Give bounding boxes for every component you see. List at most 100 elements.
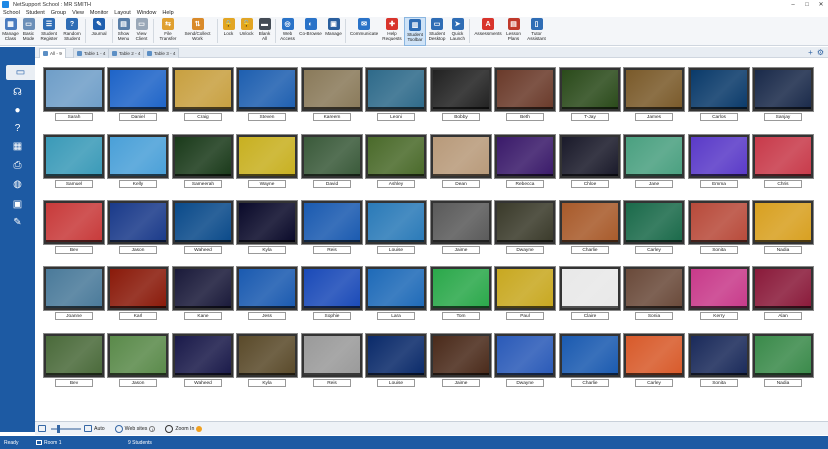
student-thumbnail[interactable]: Carley bbox=[623, 333, 685, 387]
student-thumbnail[interactable]: Chris bbox=[752, 134, 814, 188]
student-thumbnail[interactable]: Daniel bbox=[107, 67, 169, 121]
menu-item-window[interactable]: Window bbox=[134, 10, 160, 16]
student-thumbnail[interactable]: Jaime bbox=[430, 333, 492, 387]
student-screen-preview[interactable] bbox=[301, 200, 363, 245]
student-screen-preview[interactable] bbox=[107, 333, 169, 378]
basic-mode-button[interactable]: ▭ Basic Mode bbox=[20, 17, 37, 46]
globe-sidebar-button[interactable]: ◍ bbox=[9, 177, 26, 192]
student-thumbnail[interactable]: Reis bbox=[301, 333, 363, 387]
student-screen-preview[interactable] bbox=[688, 67, 750, 112]
lesson-plans-button[interactable]: ▤ Lesson Plans bbox=[504, 17, 523, 46]
student-thumbnail[interactable]: Claire bbox=[559, 266, 621, 320]
student-thumbnail[interactable]: Jane bbox=[623, 134, 685, 188]
settings-icon[interactable]: ⚙ bbox=[817, 48, 824, 57]
student-screen-preview[interactable] bbox=[172, 333, 234, 378]
student-thumbnail[interactable]: Charlie bbox=[559, 200, 621, 254]
student-screen-preview[interactable] bbox=[494, 67, 556, 112]
student-thumbnail[interactable]: Lara bbox=[365, 266, 427, 320]
slider-knob[interactable] bbox=[57, 424, 60, 433]
student-screen-preview[interactable] bbox=[43, 200, 105, 245]
auto-label[interactable]: Auto bbox=[94, 426, 105, 432]
student-thumbnail[interactable]: Nadia bbox=[752, 200, 814, 254]
manage-class-button[interactable]: ▦ Manage Class bbox=[1, 17, 20, 46]
student-thumbnail[interactable]: Sonita bbox=[688, 200, 750, 254]
menu-item-school[interactable]: School bbox=[0, 10, 23, 16]
student-thumbnail[interactable]: Louise bbox=[365, 200, 427, 254]
web-sites-control[interactable]: Web sites i bbox=[114, 424, 156, 433]
student-screen-preview[interactable] bbox=[494, 333, 556, 378]
maximize-button[interactable]: □ bbox=[800, 0, 814, 9]
student-screen-preview[interactable] bbox=[172, 266, 234, 311]
student-screen-preview[interactable] bbox=[172, 200, 234, 245]
student-screen-preview[interactable] bbox=[752, 266, 814, 311]
student-thumbnail[interactable]: Waheed bbox=[172, 333, 234, 387]
student-screen-preview[interactable] bbox=[236, 266, 298, 311]
student-screen-preview[interactable] bbox=[365, 266, 427, 311]
co-browse-button[interactable]: ◐ Co-Browse bbox=[297, 17, 324, 46]
student-screen-preview[interactable] bbox=[365, 333, 427, 378]
printer-sidebar-button[interactable]: ⎙ bbox=[9, 158, 26, 173]
student-screen-preview[interactable] bbox=[107, 200, 169, 245]
student-screen-preview[interactable] bbox=[559, 266, 621, 311]
student-screen-preview[interactable] bbox=[430, 134, 492, 179]
student-screen-preview[interactable] bbox=[107, 134, 169, 179]
student-thumbnail[interactable]: Paul bbox=[494, 266, 556, 320]
student-screen-preview[interactable] bbox=[559, 200, 621, 245]
tab-table-3[interactable]: Table 3 - 4 bbox=[143, 48, 180, 58]
student-thumbnail[interactable]: Sameerah bbox=[172, 134, 234, 188]
random-student-button[interactable]: ? Random Student bbox=[61, 17, 83, 46]
student-thumbnail[interactable]: Samuel bbox=[43, 134, 105, 188]
student-screen-preview[interactable] bbox=[494, 200, 556, 245]
student-screen-preview[interactable] bbox=[236, 134, 298, 179]
student-thumbnail[interactable]: Craig bbox=[172, 67, 234, 121]
student-screen-preview[interactable] bbox=[172, 67, 234, 112]
student-screen-preview[interactable] bbox=[688, 200, 750, 245]
student-thumbnail[interactable]: Bobby bbox=[430, 67, 492, 121]
student-thumbnail[interactable]: Charlie bbox=[559, 333, 621, 387]
blank-all-button[interactable]: ▬ Blank All bbox=[256, 17, 273, 46]
student-thumbnail[interactable]: Chloe bbox=[559, 134, 621, 188]
student-thumbnail[interactable]: Jess bbox=[236, 266, 298, 320]
web-sites-label[interactable]: Web sites bbox=[125, 426, 148, 432]
chat-sidebar-button[interactable]: ● bbox=[9, 103, 26, 118]
student-thumbnail[interactable]: Kane bbox=[172, 266, 234, 320]
student-screen-preview[interactable] bbox=[752, 200, 814, 245]
communicate-button[interactable]: ✉ Communicate bbox=[348, 17, 380, 46]
menu-item-view[interactable]: View bbox=[69, 10, 87, 16]
student-screen-preview[interactable] bbox=[494, 134, 556, 179]
show-menu-button[interactable]: ▤ Show Menu bbox=[115, 17, 132, 46]
student-screen-preview[interactable] bbox=[43, 67, 105, 112]
student-thumbnail[interactable]: Bev bbox=[43, 200, 105, 254]
student-thumbnail[interactable]: Dean bbox=[430, 134, 492, 188]
thumbnail-size-slider[interactable] bbox=[51, 424, 81, 433]
lock-button[interactable]: 🔒 Lock bbox=[220, 17, 237, 46]
quick-launch-button[interactable]: ➤ Quick Launch bbox=[448, 17, 467, 46]
headphones-sidebar-button[interactable]: ☊ bbox=[9, 85, 26, 100]
student-thumbnail[interactable]: Waheed bbox=[172, 200, 234, 254]
student-screen-preview[interactable] bbox=[301, 67, 363, 112]
student-thumbnail[interactable]: Dwayne bbox=[494, 200, 556, 254]
student-thumbnail[interactable]: Alan bbox=[752, 266, 814, 320]
student-screen-preview[interactable] bbox=[623, 333, 685, 378]
student-thumbnail[interactable]: Sarah bbox=[43, 67, 105, 121]
student-thumbnail[interactable]: Carlos bbox=[688, 67, 750, 121]
student-thumbnail[interactable]: David bbox=[301, 134, 363, 188]
student-thumbnail[interactable]: Leoni bbox=[365, 67, 427, 121]
journal-button[interactable]: ✎ Journal bbox=[88, 17, 110, 46]
student-thumbnail[interactable]: Jason bbox=[107, 333, 169, 387]
student-screen-preview[interactable] bbox=[236, 333, 298, 378]
close-button[interactable]: ✕ bbox=[814, 0, 828, 9]
student-thumbnail[interactable]: Karl bbox=[107, 266, 169, 320]
student-screen-preview[interactable] bbox=[559, 134, 621, 179]
student-screen-preview[interactable] bbox=[107, 67, 169, 112]
student-thumbnail[interactable]: Kyla bbox=[236, 333, 298, 387]
student-screen-preview[interactable] bbox=[688, 266, 750, 311]
student-screen-preview[interactable] bbox=[43, 333, 105, 378]
send-collect-work-button[interactable]: ⇅ Send/Collect Work bbox=[180, 17, 215, 46]
menu-item-layout[interactable]: Layout bbox=[111, 10, 134, 16]
student-thumbnail[interactable]: Kyla bbox=[236, 200, 298, 254]
assessments-button[interactable]: A Assessments bbox=[472, 17, 504, 46]
student-screen-preview[interactable] bbox=[688, 134, 750, 179]
tab-table-2[interactable]: Table 2 - 4 bbox=[108, 48, 145, 58]
student-thumbnail[interactable]: Jaime bbox=[430, 200, 492, 254]
